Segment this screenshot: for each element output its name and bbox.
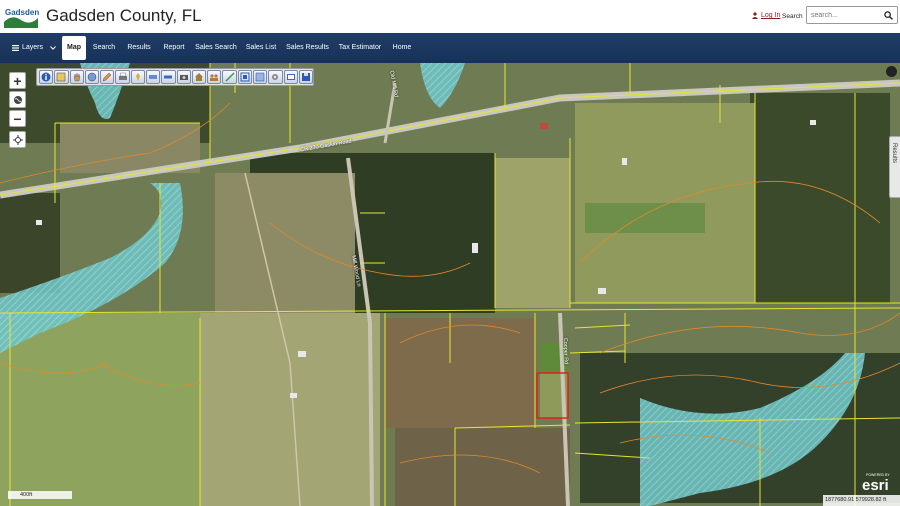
share-tool[interactable] [283, 70, 298, 84]
info-icon [41, 72, 51, 82]
nav-results[interactable]: Results [125, 33, 153, 63]
pan-tool[interactable] [69, 70, 84, 84]
save-icon [301, 73, 310, 81]
map-toolbar [36, 68, 314, 86]
search-input[interactable] [811, 9, 881, 22]
label-tool[interactable] [145, 70, 161, 84]
print-tool[interactable] [115, 70, 130, 84]
county-logo[interactable]: Gadsden [2, 4, 40, 30]
nav-sales-search[interactable]: Sales Search [195, 33, 237, 63]
ruler-icon [164, 75, 173, 79]
nav-sales-results[interactable]: Sales Results [285, 33, 330, 63]
comparables-tool[interactable] [207, 70, 222, 84]
layers-list-icon [12, 45, 19, 51]
search-icon[interactable] [884, 11, 893, 20]
aerial-imagery[interactable] [0, 63, 900, 506]
search-link[interactable]: Search [782, 13, 803, 20]
nav-layers[interactable]: Layers [12, 33, 58, 63]
compass-button[interactable] [886, 66, 897, 77]
extent-icon [240, 72, 250, 82]
results-tab[interactable]: Results [889, 136, 900, 198]
map-view[interactable]: CR 270 Gaskin Road Mill Wood Ln Cooper R… [0, 63, 900, 506]
search-box [806, 6, 898, 24]
results-tab-label: Results [891, 143, 897, 164]
main-nav: Layers Map Search Results Report Sales S… [0, 33, 900, 63]
nav-report[interactable]: Report [161, 33, 187, 63]
nav-layers-label: Layers [22, 44, 44, 51]
nav-search[interactable]: Search [91, 33, 117, 63]
buffer-tool[interactable] [84, 70, 100, 84]
house-icon [194, 73, 203, 81]
pencil-icon [102, 72, 112, 82]
zoom-extent-tool[interactable] [252, 70, 268, 84]
locate-button[interactable] [9, 131, 26, 148]
road-label-cooper: Cooper Rd [561, 337, 569, 365]
measure-tool[interactable] [161, 70, 176, 84]
camera-tool[interactable] [176, 70, 191, 84]
nav-sales-list[interactable]: Sales List [245, 33, 277, 63]
line-icon [224, 72, 235, 82]
zoom-extent-icon [255, 72, 265, 82]
save-tool[interactable] [298, 70, 314, 84]
login-link[interactable]: Log In [752, 12, 780, 19]
globe-button[interactable] [9, 91, 26, 108]
select-tool[interactable] [54, 70, 69, 84]
sales-tool[interactable] [191, 70, 207, 84]
gear-icon [272, 74, 279, 80]
pin-tool[interactable] [130, 70, 145, 84]
nav-tax-estimator[interactable]: Tax Estimator [337, 33, 383, 63]
extent-tool[interactable] [237, 70, 252, 84]
locate-icon [12, 134, 23, 145]
line-tool[interactable] [222, 70, 237, 84]
zoom-out-button[interactable]: − [9, 110, 26, 127]
share-icon [286, 74, 295, 80]
svg-text:Gadsden: Gadsden [5, 8, 39, 17]
select-icon [57, 72, 66, 82]
scale-label: 400ft [20, 492, 33, 498]
scale-bar: 400ft [8, 491, 72, 499]
label-icon [149, 75, 158, 79]
nav-map[interactable]: Map [62, 36, 86, 60]
chevron-down-icon [50, 46, 56, 50]
site-title: Gadsden County, FL [46, 6, 202, 25]
header: Gadsden Gadsden County, FL Log In Search [0, 0, 900, 33]
pin-icon [135, 73, 140, 81]
print-icon [118, 72, 127, 80]
coordinate-readout: 1877680.91 579928.82 ft [823, 495, 900, 506]
zoom-in-button[interactable]: + [9, 72, 26, 89]
group-icon [210, 74, 219, 81]
camera-icon [179, 75, 188, 80]
globe-icon [13, 95, 22, 104]
hand-icon [73, 72, 80, 82]
identify-tool[interactable] [39, 70, 54, 84]
nav-home[interactable]: Home [390, 33, 414, 63]
esri-logo[interactable]: esri [862, 477, 889, 494]
login-label: Log In [761, 12, 781, 19]
user-icon [752, 12, 758, 19]
buffer-icon [87, 72, 97, 82]
draw-tool[interactable] [100, 70, 115, 84]
settings-tool[interactable] [268, 70, 283, 84]
